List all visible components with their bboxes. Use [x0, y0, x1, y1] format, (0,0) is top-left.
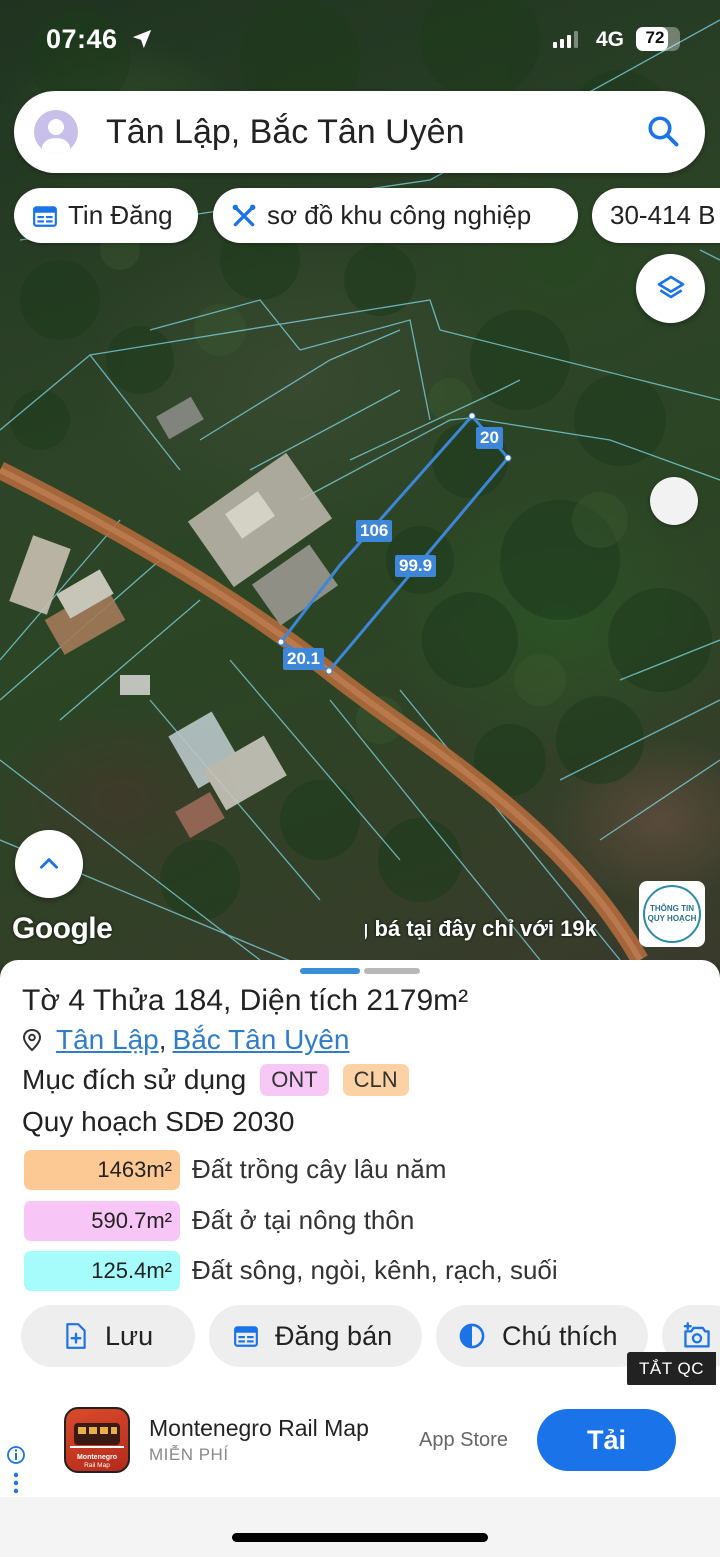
badge-line: THÔNG TIN — [650, 904, 694, 913]
search-input[interactable]: Tân Lập, Bắc Tân Uyên — [106, 113, 464, 152]
badge-line: QUY HOẠCH — [647, 914, 697, 923]
land-use-row: 1463m² Đất trồng cây lâu năm — [24, 1150, 664, 1190]
status-time: 07:46 — [46, 24, 118, 54]
promo-text: g bá tại đây chỉ với 19k — [365, 916, 597, 941]
plan-label: Quy hoạch SDĐ 2030 — [22, 1106, 295, 1137]
dimension-label: 20 — [476, 427, 503, 449]
purpose-label: Mục đích sử dụng — [22, 1064, 247, 1095]
ad-banner[interactable]: Montenegro Rail Map Montenegro Rail Map … — [0, 1385, 720, 1497]
land-use-name: Đất trồng cây lâu năm — [192, 1154, 447, 1184]
install-button[interactable]: Tải — [537, 1409, 676, 1471]
post-sale-label: Đăng bán — [275, 1320, 393, 1351]
lot-prefix: Thửa — [92, 984, 165, 1017]
satellite-map[interactable]: 20 106 99.9 20.1 07:46 4G 72 Tân Lập, Bắ… — [0, 0, 720, 965]
purpose-tag-ont: ONT — [260, 1064, 329, 1096]
legend-label: Chú thích — [502, 1320, 618, 1351]
search-bar[interactable]: Tân Lập, Bắc Tân Uyên — [14, 91, 705, 173]
battery-percent: 72 — [645, 28, 665, 47]
contrast-icon — [459, 1323, 485, 1349]
sheet-handle[interactable] — [300, 968, 420, 974]
chevron-up-icon — [40, 858, 58, 869]
save-label: Lưu — [105, 1320, 154, 1351]
dimension-label: 99.9 — [395, 555, 437, 577]
land-use-area: 125.4m² — [24, 1251, 180, 1291]
land-use-name: Đất ở tại nông thôn — [192, 1205, 415, 1235]
parcel-info-sheet: Tờ 4 Thửa 184, Diện tích 2179m² Tân Lập,… — [0, 960, 720, 1390]
calendar-icon — [33, 205, 57, 227]
lot-number: 184 — [172, 984, 224, 1017]
tools-icon — [232, 204, 256, 226]
app-name[interactable]: Montenegro Rail Map — [149, 1415, 369, 1442]
land-use-area: 1463m² — [24, 1150, 180, 1190]
avatar[interactable] — [34, 110, 78, 154]
address-separator: , — [158, 1024, 167, 1055]
calendar-icon — [234, 1326, 258, 1347]
app-icon[interactable]: Montenegro Rail Map — [64, 1407, 130, 1473]
land-purpose-row: Mục đích sử dụng ONT CLN — [22, 1064, 409, 1096]
home-indicator[interactable] — [232, 1533, 488, 1542]
district-link[interactable]: Bắc Tân Uyên — [173, 1024, 350, 1056]
promo-marquee: g bá tại đây chỉ với 19k — [365, 916, 635, 942]
chip-label: sơ đồ khu công nghiệp — [267, 200, 532, 230]
legend-button[interactable]: Chú thích — [436, 1305, 648, 1367]
area-value: 2179 — [366, 984, 434, 1017]
land-use-name: Đất sông, ngòi, kênh, rạch, suối — [192, 1255, 558, 1285]
chip-label: Tin Đăng — [68, 200, 173, 230]
camera-add-icon — [683, 1322, 710, 1348]
train-logo-icon: Montenegro Rail Map — [70, 1423, 124, 1469]
thong-tin-quy-hoach-badge[interactable]: THÔNG TIN QUY HOẠCH — [639, 881, 705, 947]
ad-info-icon[interactable] — [6, 1445, 26, 1497]
badge-ring: THÔNG TIN QUY HOẠCH — [643, 885, 701, 943]
ward-link[interactable]: Tân Lập — [56, 1024, 159, 1056]
app-icon-text: Montenegro — [77, 1454, 117, 1461]
app-price: MIỄN PHÍ — [149, 1445, 229, 1464]
handle-inactive — [364, 968, 420, 974]
battery-icon: 72 — [636, 27, 680, 51]
home-bar-area — [0, 1497, 720, 1557]
area-unit: m² — [433, 984, 469, 1017]
chip-row: Tin Đăng sơ đồ khu công nghiệp 30-414 B — [14, 188, 720, 244]
expand-up-button[interactable] — [15, 830, 83, 898]
land-use-area: 590.7m² — [24, 1201, 180, 1241]
hide-ads-button[interactable]: TẮT QC — [627, 1352, 717, 1386]
signal-icon — [553, 31, 578, 48]
chip-30-414[interactable]: 30-414 B — [592, 188, 720, 243]
user-avatar-icon — [42, 119, 70, 154]
map-handle-dot[interactable] — [650, 477, 698, 525]
land-use-row: 125.4m² Đất sông, ngòi, kênh, rạch, suối — [24, 1251, 664, 1291]
layers-button[interactable] — [636, 254, 705, 323]
handle-active — [300, 968, 360, 974]
chip-tin-dang[interactable]: Tin Đăng — [14, 188, 198, 243]
action-row: Lưu Đăng bán Chú thích — [0, 1305, 720, 1369]
parcel-address: Tân Lập, Bắc Tân Uyên — [22, 1024, 349, 1056]
add-file-icon — [66, 1323, 86, 1349]
area-label: , Diện tích — [223, 984, 359, 1017]
post-sale-button[interactable]: Đăng bán — [209, 1305, 422, 1367]
google-logo: Google — [12, 912, 113, 945]
dimension-label: 20.1 — [283, 648, 325, 670]
sheet-prefix: Tờ — [22, 984, 60, 1017]
status-bar: 07:46 4G 72 — [0, 22, 720, 58]
location-pin-icon — [22, 1028, 42, 1052]
location-arrow-icon — [132, 29, 152, 49]
layers-icon — [657, 275, 684, 298]
parcel-title: Tờ 4 Thửa 184, Diện tích 2179m² — [22, 984, 468, 1018]
land-use-row: 590.7m² Đất ở tại nông thôn — [24, 1201, 664, 1241]
dimension-label: 106 — [356, 520, 393, 542]
sheet-number: 4 — [68, 984, 86, 1017]
chip-label: 30-414 B — [610, 200, 716, 230]
store-name: App Store — [419, 1429, 508, 1451]
search-icon[interactable] — [645, 113, 681, 149]
purpose-tag-cln: CLN — [342, 1064, 409, 1096]
network-type: 4G — [596, 28, 625, 51]
save-button[interactable]: Lưu — [21, 1305, 195, 1367]
app-icon-text: Rail Map — [84, 1462, 110, 1469]
chip-so-do-khu-cong-nghiep[interactable]: sơ đồ khu công nghiệp — [213, 188, 578, 243]
